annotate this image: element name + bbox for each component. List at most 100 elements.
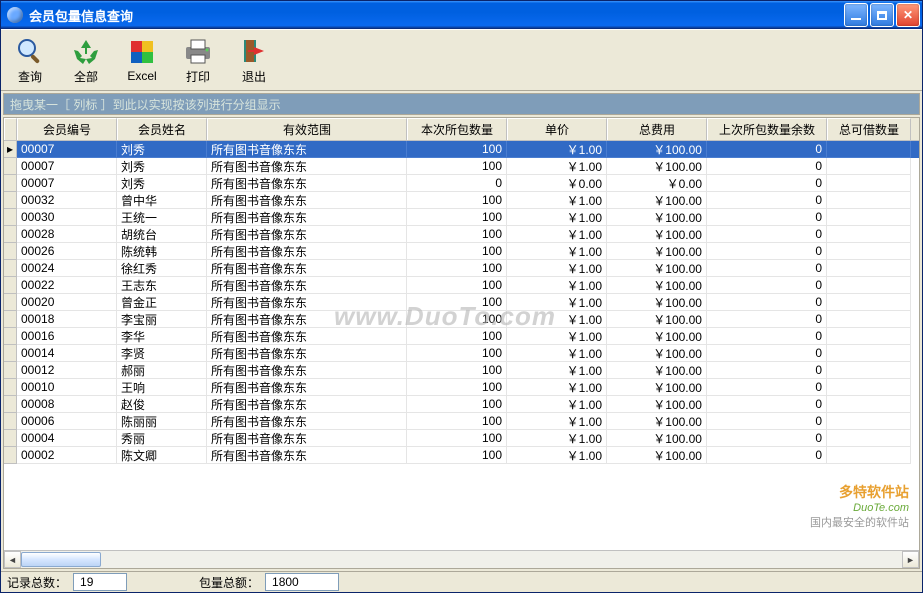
row-indicator: [4, 175, 17, 192]
cell-price: ￥1.00: [507, 277, 607, 294]
cell-max: [827, 175, 911, 192]
row-indicator: ▸: [4, 141, 17, 158]
cell-scope: 所有图书音像东东: [207, 141, 407, 158]
status-bar: 记录总数： 19 包量总额： 1800: [1, 571, 922, 592]
cell-scope: 所有图书音像东东: [207, 311, 407, 328]
cell-max: [827, 362, 911, 379]
cell-member-id: 00030: [17, 209, 117, 226]
table-row[interactable]: 00030王统一所有图书音像东东100￥1.00￥100.000: [4, 209, 919, 226]
table-row[interactable]: 00007刘秀所有图书音像东东100￥1.00￥100.000: [4, 158, 919, 175]
row-indicator: [4, 243, 17, 260]
duote-domain: DuoTe.com: [810, 502, 909, 514]
cell-qty: 100: [407, 362, 507, 379]
table-row[interactable]: 00010王响所有图书音像东东100￥1.00￥100.000: [4, 379, 919, 396]
table-row[interactable]: 00004秀丽所有图书音像东东100￥1.00￥100.000: [4, 430, 919, 447]
col-member-id[interactable]: 会员编号: [17, 118, 117, 140]
cell-price: ￥1.00: [507, 192, 607, 209]
scroll-thumb[interactable]: [21, 552, 101, 567]
search-button[interactable]: 查询: [7, 35, 53, 85]
cell-total: ￥100.00: [607, 311, 707, 328]
cell-scope: 所有图书音像东东: [207, 413, 407, 430]
cell-prev: 0: [707, 345, 827, 362]
table-row[interactable]: 00020曾金正所有图书音像东东100￥1.00￥100.000: [4, 294, 919, 311]
exit-label: 退出: [242, 68, 266, 85]
row-indicator-header[interactable]: [4, 118, 17, 140]
cell-prev: 0: [707, 175, 827, 192]
scroll-right-button[interactable]: ►: [902, 551, 919, 568]
horizontal-scrollbar[interactable]: ◄ ►: [4, 550, 919, 568]
table-row[interactable]: ▸00007刘秀所有图书音像东东100￥1.00￥100.000: [4, 141, 919, 158]
cell-total: ￥0.00: [607, 175, 707, 192]
cell-qty: 100: [407, 430, 507, 447]
cell-qty: 100: [407, 311, 507, 328]
col-price[interactable]: 单价: [507, 118, 607, 140]
row-indicator: [4, 328, 17, 345]
cell-member-id: 00010: [17, 379, 117, 396]
table-row[interactable]: 00024徐红秀所有图书音像东东100￥1.00￥100.000: [4, 260, 919, 277]
cell-qty: 100: [407, 260, 507, 277]
minimize-button[interactable]: [844, 3, 868, 27]
table-row[interactable]: 00026陈统韩所有图书音像东东100￥1.00￥100.000: [4, 243, 919, 260]
all-label: 全部: [74, 68, 98, 85]
group-by-bar[interactable]: 拖曳某一［ 列标 ］到此以实现按该列进行分组显示: [3, 93, 920, 115]
all-button[interactable]: 全部: [63, 35, 109, 85]
scroll-track[interactable]: [21, 551, 902, 568]
cell-member-id: 00020: [17, 294, 117, 311]
cell-member-name: 刘秀: [117, 175, 207, 192]
table-row[interactable]: 00012郝丽所有图书音像东东100￥1.00￥100.000: [4, 362, 919, 379]
col-prev-remain[interactable]: 上次所包数量余数: [707, 118, 827, 140]
table-row[interactable]: 00007刘秀所有图书音像东东0￥0.00￥0.000: [4, 175, 919, 192]
table-row[interactable]: 00022王志东所有图书音像东东100￥1.00￥100.000: [4, 277, 919, 294]
cell-price: ￥1.00: [507, 141, 607, 158]
maximize-button[interactable]: [870, 3, 894, 27]
table-row[interactable]: 00018李宝丽所有图书音像东东100￥1.00￥100.000: [4, 311, 919, 328]
cell-scope: 所有图书音像东东: [207, 294, 407, 311]
row-indicator: [4, 430, 17, 447]
cell-prev: 0: [707, 226, 827, 243]
cell-qty: 100: [407, 141, 507, 158]
table-row[interactable]: 00014李贤所有图书音像东东100￥1.00￥100.000: [4, 345, 919, 362]
cell-member-name: 陈统韩: [117, 243, 207, 260]
row-indicator: [4, 311, 17, 328]
excel-button[interactable]: Excel: [119, 35, 165, 85]
cell-total: ￥100.00: [607, 158, 707, 175]
exit-button[interactable]: 退出: [231, 35, 277, 85]
col-scope[interactable]: 有效范围: [207, 118, 407, 140]
table-row[interactable]: 00032曾中华所有图书音像东东100￥1.00￥100.000: [4, 192, 919, 209]
table-row[interactable]: 00008赵俊所有图书音像东东100￥1.00￥100.000: [4, 396, 919, 413]
cell-qty: 100: [407, 226, 507, 243]
grid-body[interactable]: www.DuoTo.com 多特软件站 DuoTe.com 国内最安全的软件站 …: [4, 141, 919, 550]
cell-member-name: 王统一: [117, 209, 207, 226]
row-indicator: [4, 362, 17, 379]
cell-max: [827, 430, 911, 447]
row-indicator: [4, 396, 17, 413]
print-icon: [183, 36, 213, 66]
cell-max: [827, 328, 911, 345]
col-member-name[interactable]: 会员姓名: [117, 118, 207, 140]
cell-total: ￥100.00: [607, 396, 707, 413]
print-button[interactable]: 打印: [175, 35, 221, 85]
cell-qty: 100: [407, 447, 507, 464]
cell-prev: 0: [707, 294, 827, 311]
cell-scope: 所有图书音像东东: [207, 243, 407, 260]
cell-max: [827, 141, 911, 158]
col-total[interactable]: 总费用: [607, 118, 707, 140]
table-row[interactable]: 00016李华所有图书音像东东100￥1.00￥100.000: [4, 328, 919, 345]
table-row[interactable]: 00002陈文卿所有图书音像东东100￥1.00￥100.000: [4, 447, 919, 464]
cell-member-name: 李华: [117, 328, 207, 345]
close-button[interactable]: [896, 3, 920, 27]
col-qty[interactable]: 本次所包数量: [407, 118, 507, 140]
titlebar[interactable]: 会员包量信息查询: [1, 1, 922, 29]
cell-price: ￥1.00: [507, 396, 607, 413]
cell-price: ￥1.00: [507, 430, 607, 447]
table-row[interactable]: 00006陈丽丽所有图书音像东东100￥1.00￥100.000: [4, 413, 919, 430]
col-max-borrow[interactable]: 总可借数量: [827, 118, 911, 140]
cell-scope: 所有图书音像东东: [207, 260, 407, 277]
excel-icon: [127, 37, 157, 67]
table-row[interactable]: 00028胡统台所有图书音像东东100￥1.00￥100.000: [4, 226, 919, 243]
cell-price: ￥1.00: [507, 345, 607, 362]
cell-prev: 0: [707, 141, 827, 158]
cell-total: ￥100.00: [607, 226, 707, 243]
scroll-left-button[interactable]: ◄: [4, 551, 21, 568]
cell-member-id: 00024: [17, 260, 117, 277]
